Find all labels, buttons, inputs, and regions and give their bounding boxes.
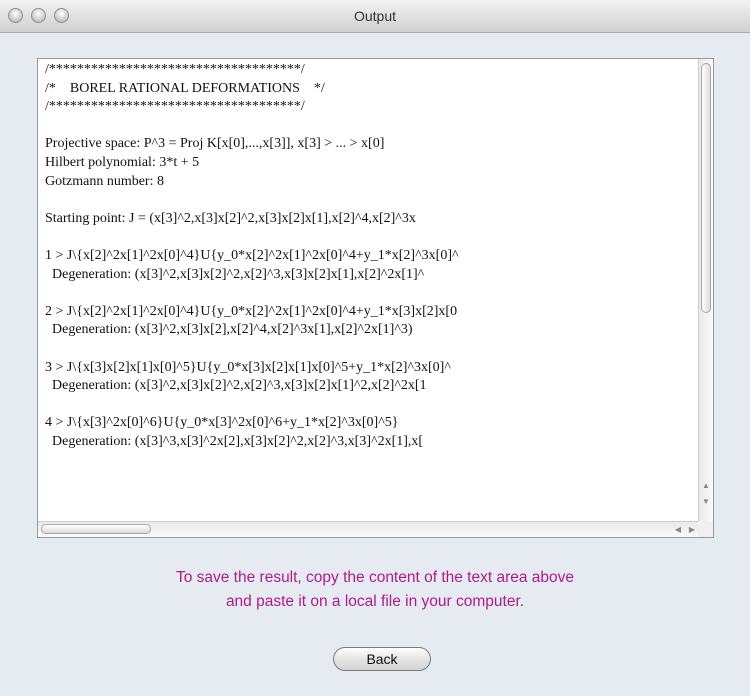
vertical-scrollbar[interactable]: ▲ ▼ [698,59,713,522]
output-line: Gotzmann number: 8 [45,173,164,189]
output-text-area[interactable]: /************************************/ /*… [37,58,714,538]
output-line: /************************************/ [45,62,305,77]
output-line: Degeneration: (x[3]^2,x[3]x[2],x[2]^4,x[… [45,322,413,338]
horizontal-scrollbar[interactable]: ◀ ▶ [38,521,701,537]
window-title: Output [353,8,397,24]
output-window: Output /********************************… [0,0,750,696]
output-line: 3 > J\{x[3]x[2]x[1]x[0]^5}U{y_0*x[3]x[2]… [45,359,451,375]
output-line: Degeneration: (x[3]^2,x[3]x[2]^2,x[2]^3,… [45,378,427,394]
scroll-left-arrow-icon[interactable]: ◀ [672,523,684,536]
output-line: /* BOREL RATIONAL DEFORMATIONS */ [45,80,325,96]
save-instructions-line-1: To save the result, copy the content of … [175,569,575,586]
output-line: Projective space: P^3 = Proj K[x[0],...,… [45,136,385,152]
title-bar[interactable]: Output [0,0,750,33]
save-instructions-line-2: and paste it on a local file in your com… [225,593,525,610]
vertical-scroll-thumb[interactable] [701,63,711,313]
output-line: 4 > J\{x[3]^2x[0]^6}U{y_0*x[3]^2x[0]^6+y… [45,415,399,431]
back-button[interactable]: Back [333,647,431,671]
scroll-up-arrow-icon[interactable]: ▲ [699,480,713,492]
output-line: Starting point: J = (x[3]^2,x[3]x[2]^2,x… [45,210,416,226]
output-line: Degeneration: (x[3]^2,x[3]x[2]^2,x[2]^3,… [45,266,425,282]
output-text[interactable]: /************************************/ /*… [45,61,700,511]
output-line: Hilbert polynomial: 3*t + 5 [45,154,200,170]
output-line: /************************************/ [45,99,305,115]
output-line: 2 > J\{x[2]^2x[1]^2x[0]^4}U{y_0*x[2]^2x[… [45,303,458,319]
scroll-right-arrow-icon[interactable]: ▶ [686,523,698,536]
scrollbar-corner [698,521,713,537]
output-line: Degeneration: (x[3]^3,x[3]^2x[2],x[3]x[2… [45,433,424,449]
scroll-down-arrow-icon[interactable]: ▼ [699,496,713,508]
horizontal-scroll-thumb[interactable] [41,524,151,534]
output-line: 1 > J\{x[2]^2x[1]^2x[0]^4}U{y_0*x[2]^2x[… [45,247,459,263]
